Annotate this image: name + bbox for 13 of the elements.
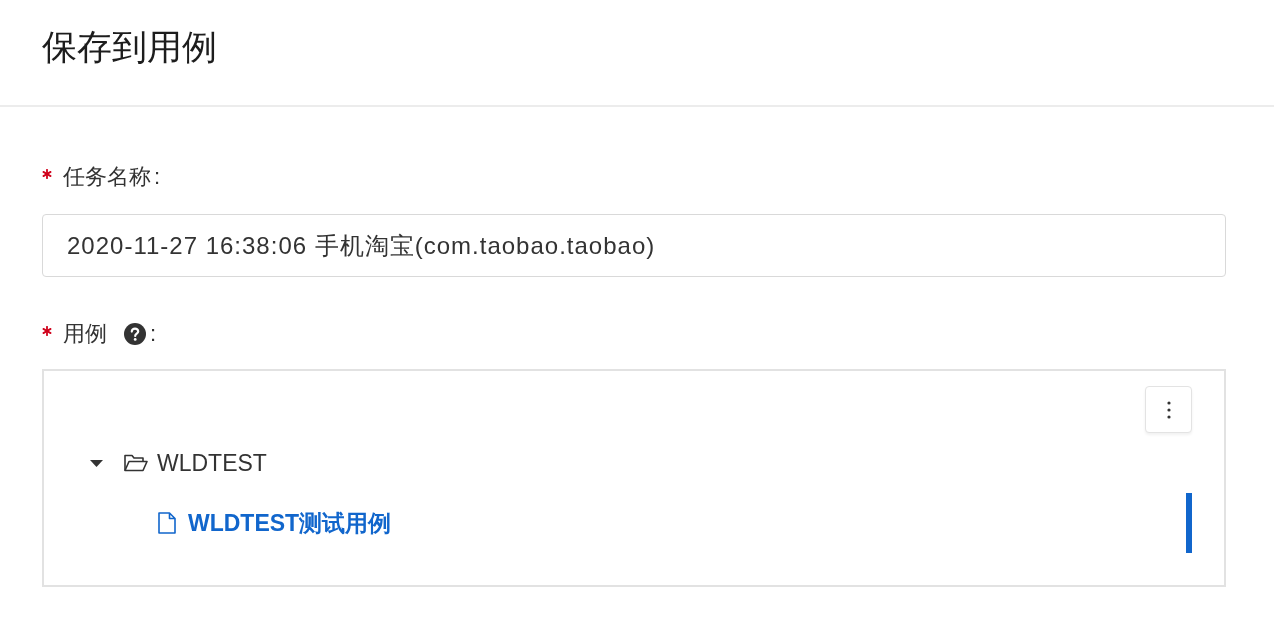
caret-icon[interactable] (90, 459, 103, 467)
kebab-menu-icon (1166, 400, 1171, 419)
task-name-input[interactable]: 2020-11-27 16:38:06 手机淘宝(com.taobao.taobao) (42, 214, 1226, 277)
label-colon: : (150, 320, 157, 348)
tree-item[interactable]: WLDTEST测试用例 (188, 508, 392, 538)
help-icon[interactable] (124, 323, 146, 345)
label-colon: : (154, 163, 161, 191)
field-label: 用例 (63, 320, 107, 348)
tree-item[interactable]: WLDTEST (157, 448, 267, 478)
field-label: 任务名称 (63, 163, 151, 191)
dialog-title: 保存到用例 (42, 26, 217, 68)
open-folder-icon (124, 454, 148, 472)
document-icon (158, 512, 176, 534)
